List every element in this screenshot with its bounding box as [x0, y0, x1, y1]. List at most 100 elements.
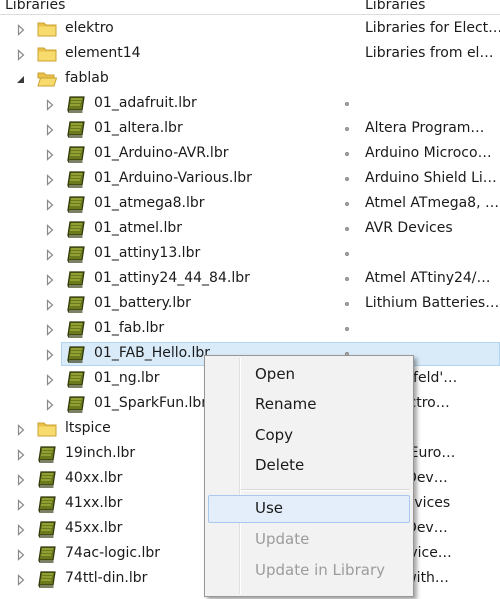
tree-row[interactable]: 01_Arduino-Various.lbr Arduino Shield Li… [0, 167, 500, 192]
tree-item-description: AVR Devices [365, 220, 453, 236]
tree-item-description: Atmel ATtiny24/… [365, 270, 491, 286]
tree-row[interactable]: 01_attiny13.lbr [0, 242, 500, 267]
collapsed-arrow-icon[interactable] [15, 499, 27, 511]
menu-item-update: Update [208, 526, 410, 554]
collapsed-arrow-icon[interactable] [44, 399, 56, 411]
library-book-icon [66, 195, 86, 213]
collapsed-arrow-icon[interactable] [15, 424, 27, 436]
tree-row[interactable]: 01_battery.lbr Lithium Batteries… [0, 292, 500, 317]
library-book-icon [66, 345, 86, 363]
tree-item-label: elektro [65, 20, 114, 36]
tree-row[interactable]: element14 Libraries from el… [0, 42, 500, 67]
tree-row[interactable]: 01_adafruit.lbr [0, 92, 500, 117]
tree-row[interactable]: 01_attiny24_44_84.lbr Atmel ATtiny24/… [0, 267, 500, 292]
library-book-icon [66, 170, 86, 188]
collapsed-arrow-icon[interactable] [44, 199, 56, 211]
tree-item-description: Libraries for Elect… [365, 20, 500, 36]
library-book-icon [66, 95, 86, 113]
folder-icon [37, 420, 57, 438]
collapsed-arrow-icon[interactable] [44, 174, 56, 186]
tree-item-description: Altera Program… [365, 120, 485, 136]
collapsed-arrow-icon[interactable] [44, 274, 56, 286]
tree-item-label: 41xx.lbr [65, 495, 123, 511]
tree-row[interactable]: 01_fab.lbr [0, 317, 500, 342]
tree-item-label: 40xx.lbr [65, 470, 123, 486]
tree-item-label: 01_Arduino-Various.lbr [94, 170, 252, 186]
menu-item-label: Update [255, 530, 310, 548]
tree-item-label: 01_attiny13.lbr [94, 245, 201, 261]
tree-row[interactable]: elektro Libraries for Elect… [0, 17, 500, 42]
tree-item-label: 19inch.lbr [65, 445, 136, 461]
collapsed-arrow-icon[interactable] [15, 574, 27, 586]
library-book-icon [66, 120, 86, 138]
collapsed-arrow-icon[interactable] [44, 374, 56, 386]
context-menu: Open Rename Copy Delete Use Update Update in L… [204, 355, 414, 597]
tree-item-label: fablab [65, 70, 109, 86]
tree-row[interactable]: fablab [0, 67, 500, 92]
collapsed-arrow-icon[interactable] [15, 49, 27, 61]
status-dot-icon [345, 327, 349, 331]
collapsed-arrow-icon[interactable] [44, 149, 56, 161]
menu-item-update-in-library: Update in Library [208, 557, 410, 585]
status-dot-icon [345, 152, 349, 156]
collapsed-arrow-icon[interactable] [44, 99, 56, 111]
header-description-column[interactable]: Libraries [365, 0, 425, 13]
tree-row[interactable]: 01_atmel.lbr AVR Devices [0, 217, 500, 242]
collapsed-arrow-icon[interactable] [44, 349, 56, 361]
tree-item-label: 01_Arduino-AVR.lbr [94, 145, 229, 161]
collapsed-arrow-icon[interactable] [15, 474, 27, 486]
tree-row[interactable]: 01_atmega8.lbr Atmel ATmega8, … [0, 192, 500, 217]
library-book-icon [37, 570, 57, 588]
library-book-icon [66, 295, 86, 313]
library-book-icon [66, 245, 86, 263]
library-book-icon [66, 270, 86, 288]
folder-icon [37, 45, 57, 63]
menu-item-label: Open [255, 365, 296, 383]
open-folder-icon [37, 70, 57, 88]
collapsed-arrow-icon[interactable] [44, 299, 56, 311]
collapsed-arrow-icon[interactable] [15, 549, 27, 561]
tree-item-label: element14 [65, 45, 141, 61]
collapsed-arrow-icon[interactable] [44, 224, 56, 236]
tree-item-description: Libraries from el… [365, 45, 494, 61]
tree-item-description: Lithium Batteries… [365, 295, 500, 311]
library-book-icon [37, 470, 57, 488]
status-dot-icon [345, 302, 349, 306]
tree-row[interactable]: 01_Arduino-AVR.lbr Arduino Microco… [0, 142, 500, 167]
menu-item-label: Rename [255, 395, 317, 413]
tree-item-label: 01_fab.lbr [94, 320, 165, 336]
tree-item-label: 01_atmega8.lbr [94, 195, 205, 211]
menu-item-delete[interactable]: Delete [208, 452, 410, 480]
tree-row[interactable]: 01_altera.lbr Altera Program… [0, 117, 500, 142]
tree-item-label: 01_altera.lbr [94, 120, 183, 136]
library-book-icon [66, 145, 86, 163]
collapsed-arrow-icon[interactable] [15, 449, 27, 461]
menu-separator [241, 489, 410, 491]
menu-item-use[interactable]: Use [208, 495, 410, 523]
header-name-column[interactable]: Libraries [5, 0, 65, 13]
status-dot-icon [345, 252, 349, 256]
library-book-icon [66, 395, 86, 413]
menu-item-open[interactable]: Open [208, 361, 410, 389]
tree-item-label: 01_attiny24_44_84.lbr [94, 270, 250, 286]
menu-item-copy[interactable]: Copy [208, 422, 410, 450]
tree-item-label: 45xx.lbr [65, 520, 123, 536]
status-dot-icon [345, 177, 349, 181]
collapsed-arrow-icon[interactable] [44, 124, 56, 136]
tree-item-label: 01_atmel.lbr [94, 220, 183, 236]
menu-item-label: Delete [255, 456, 305, 474]
collapsed-arrow-icon[interactable] [15, 24, 27, 36]
collapsed-arrow-icon[interactable] [44, 324, 56, 336]
menu-item-label: Copy [255, 426, 294, 444]
collapsed-arrow-icon[interactable] [44, 249, 56, 261]
menu-item-label: Update in Library [255, 561, 385, 579]
status-dot-icon [345, 227, 349, 231]
library-book-icon [37, 445, 57, 463]
column-header: Libraries Libraries [0, 0, 500, 15]
collapsed-arrow-icon[interactable] [15, 524, 27, 536]
status-dot-icon [345, 277, 349, 281]
expanded-arrow-icon[interactable] [15, 74, 27, 86]
menu-item-rename[interactable]: Rename [208, 391, 410, 419]
library-book-icon [37, 545, 57, 563]
folder-icon [37, 20, 57, 38]
